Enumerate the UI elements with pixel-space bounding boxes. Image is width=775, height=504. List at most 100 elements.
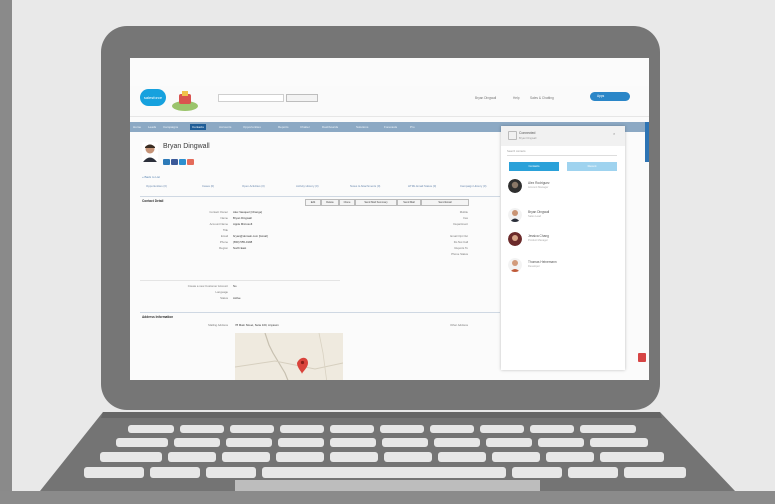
panel-app-icon [508,131,517,140]
related-link[interactable]: Cases (0) [202,184,214,188]
floor-strip [0,491,775,504]
send-mail-summary-button[interactable]: Send Mail Summary [355,199,397,206]
field-label: Email Opt Out [450,234,468,238]
panel-tab-contacts[interactable]: Contacts [509,162,559,171]
related-link[interactable]: Campaign History (0) [460,184,486,188]
avatar [508,232,522,246]
contact-title: Developer [528,265,540,268]
search-button[interactable] [286,94,318,102]
field-value[interactable]: bryan@domain.com [Gmail] [233,234,268,238]
field-label: Mobile [459,210,468,214]
section-divider [140,312,500,313]
related-link[interactable]: Activity History (0) [296,184,319,188]
clone-button[interactable]: Clone [339,199,355,206]
youtube-icon[interactable] [187,159,194,165]
trackpad [235,480,540,491]
panel-contact-item[interactable]: Alex Rodriguez Account Manager [501,177,625,199]
app-header: salesforce Bryan Dingwall Help Sales & C… [130,86,649,117]
tab-dashboards[interactable]: Dashboards [322,124,338,130]
search-input[interactable] [218,94,284,102]
section-title-contact-detail: Contact Detail [142,199,164,203]
back-to-list-link[interactable]: « Back to List [142,175,160,179]
field-label: Language [215,290,228,294]
contact-avatar [142,142,158,162]
field-label: Create a new Customer Account [187,284,228,288]
field-value: Active [233,296,241,300]
user-menu[interactable]: Bryan Dingwall [475,96,496,100]
tab-home[interactable]: Home [133,124,141,130]
help-link[interactable]: Help [513,96,520,100]
field-label: Department [453,222,468,226]
panel-header: Connected Bryan Dingwall × [501,126,625,146]
field-value: No [233,284,237,288]
tab-accounts[interactable]: Accounts [219,124,231,130]
avatar [508,179,522,193]
tab-campaigns[interactable]: Campaigns [163,124,178,130]
related-link[interactable]: HTML Email Status (0) [408,184,436,188]
contact-name: Bryan Dingwall [528,210,550,214]
linkedin-icon[interactable] [163,159,170,165]
delete-button[interactable]: Delete [321,199,339,206]
tab-chatter[interactable]: Chatter [300,124,310,130]
panel-contact-item[interactable]: Jessica Chang Product Manager [501,230,625,252]
send-mail-button[interactable]: Send Mail [397,199,421,206]
avatar [508,208,522,222]
field-label: Phone [219,240,228,244]
field-label: Contact Owner [209,210,228,214]
field-value: Bryan Dingwall [233,216,252,220]
related-link[interactable]: Opportunities (0) [146,184,167,188]
contact-title: Product Manager [528,239,548,242]
field-label: Region [219,246,228,250]
related-link[interactable]: Open Activities (0) [242,184,265,188]
close-icon[interactable]: × [613,131,615,136]
panel-contact-item[interactable]: Bryan Dingwall Sales Lead [501,206,625,228]
tab-solutions[interactable]: Solutions [356,124,368,130]
mailing-address-value: 78 Main Street, Suite 100, Anytown [235,323,279,327]
section-divider [140,196,500,197]
salesforce-logo[interactable]: salesforce [140,89,166,106]
send-email-button[interactable]: Send Email [421,199,469,206]
connect-panel: Connected Bryan Dingwall × Search contac… [501,126,625,370]
apps-button[interactable]: Apps [590,92,630,101]
field-label: Title [222,228,228,232]
contact-title: Sales Lead [528,215,541,218]
spring-release-logo [172,91,198,111]
field-label: Other Address [450,323,468,327]
contact-name: Alex Rodriguez [528,181,550,185]
panel-tab-recent[interactable]: Recent [567,162,617,171]
section-title-address: Address Information [142,315,174,319]
field-label: Email [221,234,228,238]
field-value: North East [233,246,247,250]
notification-icon[interactable] [638,353,646,362]
facebook-icon[interactable] [171,159,178,165]
field-label: Account Name [209,222,228,226]
tab-contacts[interactable]: Contacts [190,124,206,130]
tab-opportunities[interactable]: Opportunities [243,124,261,130]
tab-leads[interactable]: Leads [148,124,156,130]
tab-more[interactable]: Pro [410,124,415,130]
tab-forecasts[interactable]: Forecasts [384,124,397,130]
contact-title: Account Manager [528,186,549,189]
field-label: Fax [463,216,468,220]
panel-title: Connected [519,131,536,135]
tab-reports[interactable]: Reports [278,124,289,130]
scrollbar[interactable] [645,122,649,162]
panel-search-input[interactable]: Search contacts [507,150,617,156]
address-map[interactable] [235,333,343,380]
field-value[interactable]: Apple Microsoft [233,222,252,226]
field-value[interactable]: Alex Vasquez [Change] [233,210,262,214]
contact-name: Jessica Chang [528,234,549,238]
edit-button[interactable]: Edit [305,199,321,206]
panel-contact-item[interactable]: Thomas Heinemann Developer [501,256,625,278]
field-divider [140,280,340,281]
field-label: Do Not Call [453,240,468,244]
record-name: Bryan Dingwall [163,143,210,150]
field-value[interactable]: (650) 555-0198 [233,240,252,244]
twitter-icon[interactable] [179,159,186,165]
app-switcher-label[interactable]: Sales & Chatting [530,96,554,100]
panel-subtitle: Bryan Dingwall [519,137,537,140]
contact-name: Thomas Heinemann [528,260,557,264]
related-link[interactable]: Notes & Attachments (0) [350,184,380,188]
laptop-screen: salesforce Bryan Dingwall Help Sales & C… [130,58,649,380]
field-label: Phone Status [451,252,468,256]
